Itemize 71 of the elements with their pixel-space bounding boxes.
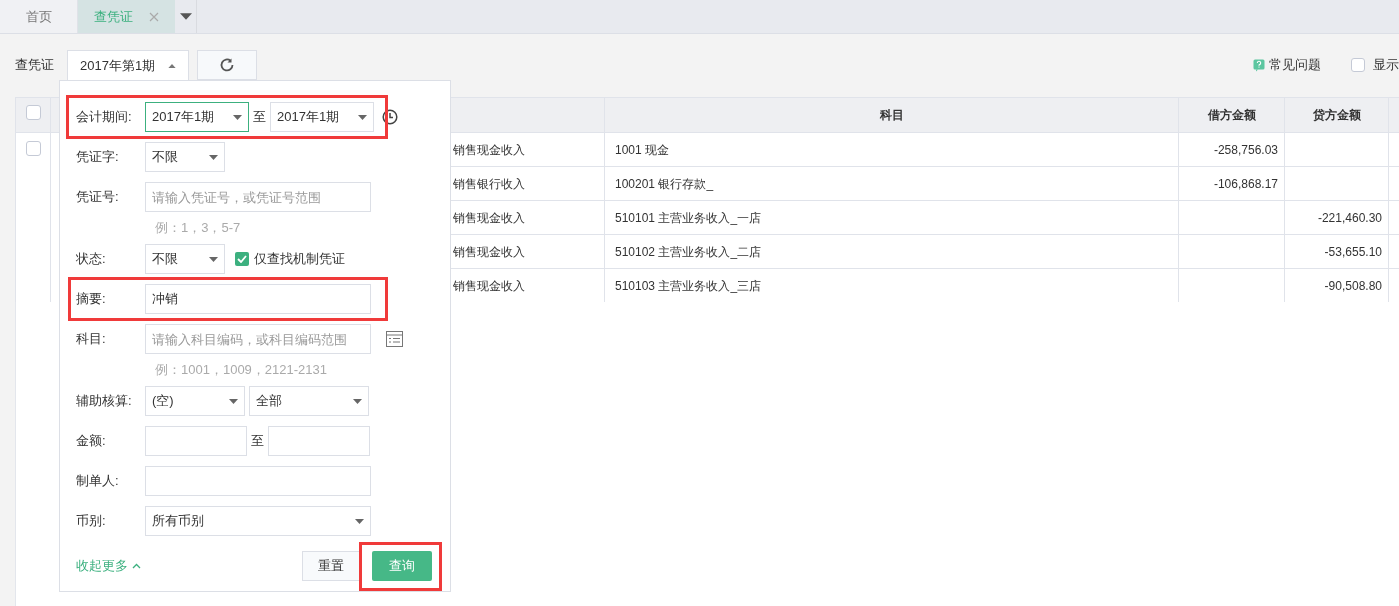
table-cell: 销售现金收入: [452, 278, 525, 293]
table-cell: -53,655.10: [1324, 244, 1382, 259]
help-link[interactable]: 常见问题: [1253, 55, 1321, 75]
auxiliary-type-select[interactable]: (空): [145, 386, 245, 416]
field-label: 摘要:: [76, 290, 107, 309]
table-cell: -221,460.30: [1317, 210, 1382, 225]
column-header: 贷方金额: [1312, 108, 1361, 122]
hint-text: 例：1，3，5-7: [155, 220, 241, 235]
tab[interactable]: 首页: [0, 0, 77, 33]
range-separator: 至: [253, 108, 266, 127]
table-cell: 100201 银行存款_: [615, 176, 714, 191]
field-label: 科目:: [76, 330, 107, 349]
input-field[interactable]: [145, 426, 247, 456]
caret-icon: [209, 256, 218, 262]
column-header: 科目: [879, 108, 904, 122]
option-label: 仅查找机制凭证: [254, 250, 345, 269]
caret-icon: [358, 114, 367, 120]
table-cell: 510102 主营业务收入_二店: [615, 244, 762, 259]
period-select[interactable]: 2017年第1期: [67, 50, 189, 80]
table-cell: 销售现金收入: [452, 142, 525, 157]
close-icon[interactable]: [149, 11, 159, 22]
caret-icon: [229, 398, 238, 404]
table-cell: 1001 现金: [615, 142, 670, 157]
table-cell: 销售银行收入: [452, 176, 525, 191]
question-bubble-icon: [1253, 58, 1265, 72]
table-cell: 销售现金收入: [452, 210, 525, 225]
caret-icon: [355, 518, 364, 524]
range-separator: 至: [251, 432, 264, 451]
currency-select[interactable]: 所有币别: [145, 506, 371, 536]
page-label: 查凭证: [15, 56, 54, 75]
field-label: 会计期间:: [76, 108, 133, 127]
input-field[interactable]: 请输入凭证号，或凭证号范围: [145, 182, 371, 212]
checkbox[interactable]: [235, 252, 249, 266]
caret-icon: [209, 154, 218, 160]
caret-icon: [233, 114, 242, 120]
status-select[interactable]: 不限: [145, 244, 225, 274]
field-label: 制单人:: [76, 472, 120, 491]
clock-icon[interactable]: [382, 109, 398, 125]
input-field[interactable]: [145, 466, 371, 496]
field-label: 状态:: [76, 250, 107, 269]
caret-icon: [353, 398, 362, 404]
table-cell: 510103 主营业务收入_三店: [615, 278, 762, 293]
table-cell: -90,508.80: [1324, 278, 1382, 293]
caret-icon: [179, 13, 192, 20]
table-cell: -258,756.03: [1213, 142, 1278, 157]
field-label: 金额:: [76, 432, 107, 451]
voucher-type-select[interactable]: 不限: [145, 142, 225, 172]
table-cell: -106,868.17: [1213, 176, 1278, 191]
table-cell: 510101 主营业务收入_一店: [615, 210, 762, 225]
input-field[interactable]: 请输入科目编码，或科目编码范围: [145, 324, 371, 354]
table-cell: 销售现金收入: [452, 244, 525, 259]
option-label: 显示: [1373, 56, 1399, 75]
field-label: 辅助核算:: [76, 392, 133, 411]
list-icon[interactable]: [386, 331, 403, 347]
checkbox[interactable]: [26, 104, 41, 120]
checkbox[interactable]: [1351, 58, 1365, 72]
refresh-button[interactable]: [197, 50, 257, 80]
input-field[interactable]: [268, 426, 370, 456]
auxiliary-item-select[interactable]: 全部: [249, 386, 369, 416]
period-select[interactable]: 2017年1期: [145, 102, 249, 132]
input-field[interactable]: 冲销: [145, 284, 371, 314]
field-label: 币别:: [76, 512, 107, 531]
hint-text: 例：1001，1009，2121-2131: [155, 362, 327, 377]
field-label: 凭证字:: [76, 148, 120, 167]
reset-button[interactable]: 重置: [302, 551, 360, 581]
refresh-icon: [218, 56, 236, 74]
column-header: 借方金额: [1207, 108, 1256, 122]
field-label: 凭证号:: [76, 188, 120, 207]
checkbox[interactable]: [26, 141, 41, 156]
chevron-up-icon: [132, 563, 141, 569]
period-select[interactable]: 2017年1期: [270, 102, 374, 132]
